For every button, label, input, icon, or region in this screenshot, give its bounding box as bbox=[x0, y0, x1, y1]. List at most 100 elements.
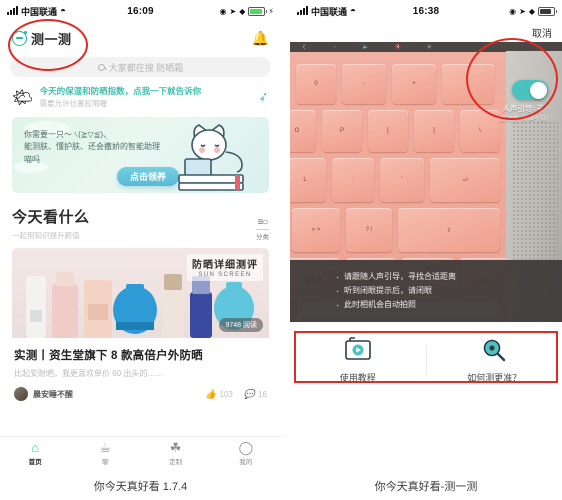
tab-custom[interactable]: ☘ 定制 bbox=[141, 437, 211, 470]
comment-stat[interactable]: 💬 16 bbox=[244, 389, 267, 400]
voice-guide-label: 人声引导: 开 bbox=[502, 104, 545, 113]
weather-main-text: 今天的保湿和防晒指数，点我一下就告诉你 bbox=[39, 86, 202, 96]
navigation-icon: ➤ bbox=[519, 6, 526, 16]
promo-line-1: 你需要一只～ ৻(≧▽≦)৲ bbox=[24, 130, 108, 139]
article-badge: 防晒详细测评 SUN SCREEN bbox=[187, 254, 263, 281]
instruction-item: 请跟随人声引导，寻找合适距离 bbox=[336, 269, 562, 286]
keyboard-key: - bbox=[342, 64, 386, 104]
author-name[interactable]: 晨安睡不醒 bbox=[33, 389, 73, 400]
keyboard-return-key: ⏎ bbox=[430, 158, 500, 202]
article-stats: 👍 103 💬 16 bbox=[205, 389, 267, 400]
keyboard-key: O bbox=[290, 110, 316, 152]
cat-mascot-icon bbox=[178, 124, 244, 191]
custom-icon: ☘ bbox=[169, 440, 182, 455]
magnifier-eye-icon bbox=[483, 339, 506, 361]
keyboard-key: ] bbox=[414, 110, 454, 152]
bluetooth-icon: ◆ bbox=[239, 6, 246, 16]
tab-home[interactable]: ⌂ 首页 bbox=[0, 437, 70, 470]
left-phone-screenshot: 中国联通 ◓ 16:09 ◉ ➤ ◆ ⚡ 测一测 🔔 大家都在搜 防晒霜 🌤 今… bbox=[0, 0, 281, 470]
like-stat[interactable]: 👍 103 bbox=[205, 389, 233, 400]
tutorial-label: 使用教程 bbox=[339, 372, 376, 383]
instruction-item: 此时相机会自动拍照 bbox=[336, 297, 562, 314]
sort-filter-icon: ≡○ bbox=[257, 217, 269, 228]
weather-tip[interactable]: 🌤 今天的保湿和防晒指数，点我一下就告诉你 需要允许位置权限喔 ➶ bbox=[0, 83, 281, 117]
section-title-group: 今天看什么 一起用知识提升颜值 bbox=[12, 206, 90, 241]
navigation-icon: ➤ bbox=[229, 6, 237, 16]
tutorial-video-icon bbox=[344, 336, 371, 360]
tab-custom-label: 定制 bbox=[169, 459, 183, 466]
article-card[interactable]: 防晒详细测评 SUN SCREEN 9748 阅读 实测丨资生堂旗下 8 款高倍… bbox=[12, 248, 269, 410]
left-status-bar: 中国联通 ◓ 16:09 ◉ ➤ ◆ ⚡ bbox=[0, 0, 281, 22]
keyboard-key: » > bbox=[292, 208, 340, 252]
badge-title: 防晒详细测评 bbox=[192, 260, 258, 271]
keyboard-key: \ bbox=[460, 110, 500, 152]
tab-profile[interactable]: ◯ 我的 bbox=[211, 437, 281, 470]
status-right-group: ◉ ➤ ◆ bbox=[509, 6, 557, 16]
brand-title: 测一测 bbox=[31, 31, 72, 47]
tutorial-button[interactable]: 使用教程 bbox=[290, 336, 426, 384]
battery-charging-icon bbox=[248, 6, 268, 16]
tab-profile-label: 我的 bbox=[239, 459, 253, 466]
voice-guide-sub-label: (提示音+人声引导) bbox=[498, 117, 548, 123]
section-subtitle: 一起用知识提升颜值 bbox=[12, 231, 80, 240]
keyboard-key bbox=[442, 64, 494, 104]
search-icon bbox=[97, 63, 105, 71]
article-meta: 晨安睡不醒 👍 103 💬 16 bbox=[12, 379, 269, 410]
keyboard-key: : bbox=[332, 158, 374, 202]
article-description: 比起安耐晒，我更喜欢单价 60 出头的…… bbox=[14, 369, 164, 378]
right-status-bar: 中国联通 ◓ 16:38 ◉ ➤ ◆ bbox=[290, 0, 562, 22]
scan-face-icon bbox=[12, 30, 27, 46]
keyboard-key: + bbox=[392, 64, 436, 104]
sun-cloud-icon: 🌤 bbox=[12, 87, 34, 107]
article-title: 实测丨资生堂旗下 8 款高倍户外防晒 bbox=[14, 350, 203, 362]
voice-guide-toggle-group[interactable]: 人声引导: 开 (提示音+人声引导) bbox=[498, 80, 548, 123]
lightning-bolt-icon: ⚡ bbox=[268, 6, 274, 16]
search-container: 大家都在搜 防晒霜 bbox=[0, 54, 281, 83]
keyboard-key: ? / bbox=[346, 208, 392, 252]
keyboard-key: P bbox=[322, 110, 362, 152]
thumbs-up-icon: 👍 bbox=[205, 388, 217, 399]
camera-action-bar: 使用教程 如何测更准？ bbox=[290, 322, 562, 398]
weather-sub-text: 需要允许位置权限喔 bbox=[39, 99, 108, 108]
app-header: 测一测 🔔 bbox=[0, 22, 281, 54]
screenshot-root: 中国联通 ◓ 16:09 ◉ ➤ ◆ ⚡ 测一测 🔔 大家都在搜 防晒霜 🌤 今… bbox=[0, 0, 562, 500]
section-title: 今天看什么 bbox=[12, 209, 90, 226]
home-icon: ⌂ bbox=[31, 440, 40, 455]
cancel-button[interactable]: 取消 bbox=[532, 25, 552, 40]
brand-logo[interactable]: 测一测 bbox=[12, 29, 72, 48]
promo-line-2: 能测肤、懂护肤、还会撒娇的智能助理 bbox=[24, 142, 160, 152]
weather-text: 今天的保湿和防晒指数，点我一下就告诉你 需要允许位置权限喔 bbox=[40, 85, 202, 109]
promo-text: 你需要一只～ ৻(≧▽≦)৲ 能测肤、懂护肤、还会撒娇的智能助理 喵吗 bbox=[24, 129, 164, 166]
category-filter-label: 分类 bbox=[256, 229, 269, 241]
accuracy-tips-button[interactable]: 如何测更准？ bbox=[427, 337, 562, 384]
left-caption: 你今天真好看 1.7.4 bbox=[93, 481, 188, 493]
accuracy-tips-label: 如何测更准？ bbox=[467, 372, 522, 383]
bluetooth-icon: ◆ bbox=[528, 6, 535, 16]
comment-icon: 💬 bbox=[243, 388, 256, 399]
cup-icon: ☕ bbox=[99, 440, 112, 455]
keyboard-key: L bbox=[290, 158, 326, 202]
bell-icon[interactable]: 🔔 bbox=[252, 30, 269, 47]
keyboard-key: [ bbox=[368, 110, 408, 152]
article-image: 防晒详细测评 SUN SCREEN 9748 阅读 bbox=[12, 248, 269, 338]
bottom-tab-bar: ⌂ 首页 ☕ 聊 ☘ 定制 ◯ 我的 bbox=[0, 436, 281, 470]
toggle-knob bbox=[529, 81, 547, 99]
promo-card[interactable]: 你需要一只～ ৻(≧▽≦)৲ 能测肤、懂护肤、还会撒娇的智能助理 喵吗 点击领养 bbox=[12, 117, 269, 193]
camera-viewfinder[interactable]: ❮ ☼ 🔈 🔇 ◉ 0 - + O P [ ] \ L : ' ⏎ » > ? … bbox=[290, 42, 562, 322]
comment-count: 16 bbox=[258, 389, 267, 399]
search-placeholder: 大家都在搜 防晒霜 bbox=[108, 62, 184, 73]
search-input[interactable]: 大家都在搜 防晒霜 bbox=[10, 57, 271, 77]
tap-cursor-icon: ➶ bbox=[256, 87, 271, 106]
category-filter-button[interactable]: ≡○ 分类 bbox=[256, 217, 269, 241]
avatar-icon[interactable] bbox=[14, 387, 28, 401]
battery-icon bbox=[538, 6, 557, 16]
section-header: 今天看什么 一起用知识提升颜值 ≡○ 分类 bbox=[0, 193, 281, 248]
adopt-button[interactable]: 点击领养 bbox=[117, 167, 179, 186]
instructions-panel: 请跟随人声引导，寻找合适距离 听到闭眼提示后，请闭眼 此时相机会自动拍照 bbox=[290, 260, 562, 322]
location-icon: ◉ bbox=[219, 6, 227, 16]
like-count: 103 bbox=[219, 389, 233, 399]
tab-chat-label: 聊 bbox=[102, 459, 109, 466]
voice-guide-toggle[interactable] bbox=[512, 80, 548, 100]
tab-chat[interactable]: ☕ 聊 bbox=[70, 437, 140, 470]
instruction-item: 听到闭眼提示后，请闭眼 bbox=[336, 283, 562, 300]
